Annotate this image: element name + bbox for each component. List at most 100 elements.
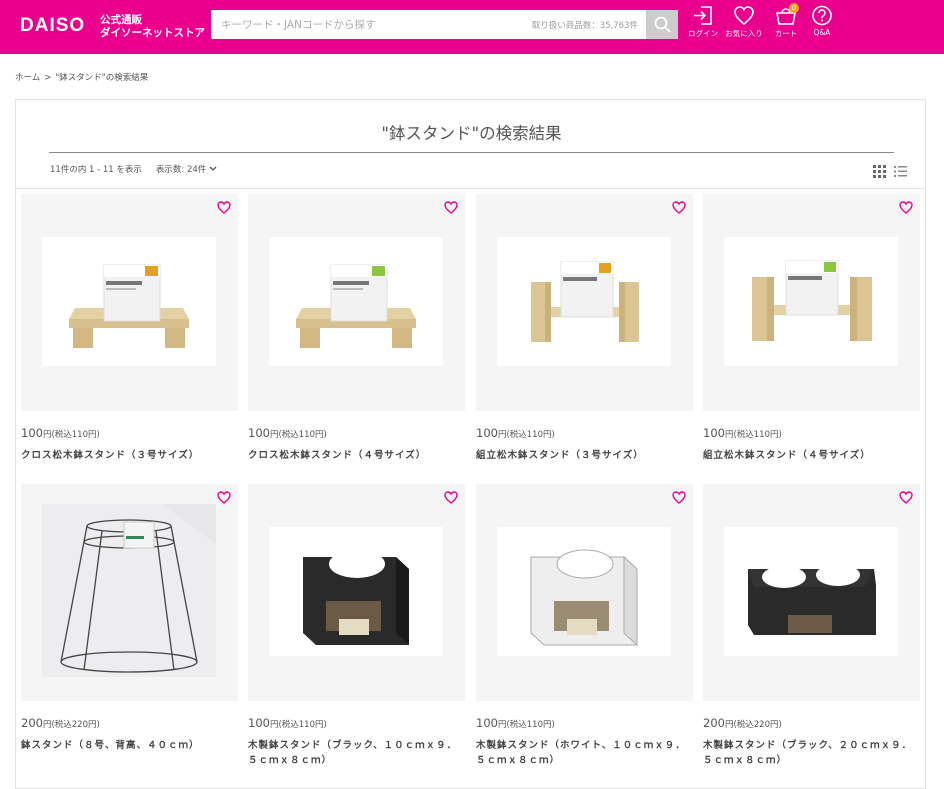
price-value: 200 (21, 716, 43, 730)
qa-link[interactable]: Q&A (802, 5, 842, 37)
view-toggle (873, 163, 907, 182)
product-photo (724, 237, 898, 366)
product-price: 200円(税込220円) (21, 716, 238, 730)
product-card[interactable]: 200円(税込220円) 木製鉢スタンド（ブラック、２０ｃｍｘ９．５ｃｍｘ８ｃｍ… (703, 484, 920, 768)
chevron-down-icon (209, 166, 217, 171)
product-price: 100円(税込110円) (248, 716, 465, 730)
logo-sub-line-2: ダイソーネットストア (100, 27, 205, 39)
site-logo-subtitle[interactable]: 公式通販 ダイソーネットストア (100, 14, 205, 40)
wood-stand-graphic (296, 264, 416, 348)
product-name[interactable]: 木製鉢スタンド（ホワイト、１０ｃｍｘ９．５ｃｍｘ８ｃｍ） (476, 738, 693, 768)
heart-icon (734, 6, 754, 26)
favorite-icon[interactable] (899, 201, 913, 214)
cart-link[interactable]: 0 カート (766, 3, 806, 39)
per-page-select[interactable]: 表示数: 24件 (156, 165, 217, 175)
product-image[interactable] (703, 484, 920, 701)
favorite-icon[interactable] (444, 201, 458, 214)
black-box-graphic (303, 550, 409, 645)
product-card[interactable]: 100円(税込110円) クロス松木鉢スタンド（４号サイズ） (248, 194, 465, 463)
favorite-icon[interactable] (217, 491, 231, 504)
price-value: 100 (476, 426, 498, 440)
product-card[interactable]: 100円(税込110円) 組立松木鉢スタンド（３号サイズ） (476, 194, 693, 463)
list-view-icon[interactable] (894, 165, 907, 178)
login-icon (694, 6, 712, 25)
cart-count-badge: 0 (789, 3, 799, 13)
product-price: 100円(税込110円) (248, 426, 465, 440)
cart-label: カート (774, 29, 798, 38)
favorite-icon[interactable] (444, 491, 458, 504)
product-card[interactable]: 100円(税込110円) 木製鉢スタンド（ホワイト、１０ｃｍｘ９．５ｃｍｘ８ｃｍ… (476, 484, 693, 768)
product-card[interactable]: 100円(税込110円) 組立松木鉢スタンド（４号サイズ） (703, 194, 920, 463)
search-icon (654, 16, 671, 33)
product-card[interactable]: 100円(税込110円) クロス松木鉢スタンド（３号サイズ） (21, 194, 238, 463)
product-photo (269, 237, 443, 366)
product-card[interactable]: 200円(税込220円) 鉢スタンド（８号、背高、４０ｃｍ） (21, 484, 238, 753)
product-image[interactable] (476, 194, 693, 411)
product-name[interactable]: 木製鉢スタンド（ブラック、１０ｃｍｘ９．５ｃｍｘ８ｃｍ） (248, 738, 465, 768)
product-image[interactable] (703, 194, 920, 411)
product-name[interactable]: 鉢スタンド（８号、背高、４０ｃｍ） (21, 738, 238, 753)
favorites-link[interactable]: お気に入り (724, 5, 764, 39)
product-image[interactable] (21, 484, 238, 701)
favorite-icon[interactable] (217, 201, 231, 214)
product-image[interactable] (476, 484, 693, 701)
favorites-label: お気に入り (725, 29, 763, 38)
logo-sub-line-1: 公式通販 (100, 14, 142, 26)
price-tax: 円(税込110円) (42, 430, 100, 440)
results-count: 11件の内 1 - 11 を表示 (50, 165, 142, 175)
site-logo[interactable]: DAISO (20, 15, 85, 37)
per-page-label: 表示数: 24件 (155, 165, 207, 175)
page-title: "鉢スタンド"の検索結果 (49, 120, 894, 153)
product-name[interactable]: 木製鉢スタンド（ブラック、２０ｃｍｘ９．５ｃｍｘ８ｃｍ） (703, 738, 920, 768)
favorite-icon[interactable] (899, 491, 913, 504)
assembly-stand-graphic (531, 261, 639, 342)
product-photo (42, 237, 216, 366)
wood-stand-graphic (69, 264, 189, 348)
breadcrumb-home[interactable]: ホーム (15, 73, 40, 83)
favorite-icon[interactable] (672, 201, 686, 214)
product-name[interactable]: 組立松木鉢スタンド（３号サイズ） (476, 448, 693, 463)
product-price: 200円(税込220円) (703, 716, 920, 730)
price-value: 100 (248, 426, 270, 440)
breadcrumb: ホーム > "鉢スタンド"の検索結果 (15, 71, 148, 83)
site-header: DAISO 公式通販 ダイソーネットストア 取り扱い商品数：35,763件 ログ… (0, 0, 944, 54)
product-price: 100円(税込110円) (21, 426, 238, 440)
product-photo (269, 527, 443, 656)
product-count-text: 取り扱い商品数：35,763件 (531, 21, 638, 31)
search-bar: 取り扱い商品数：35,763件 (211, 10, 678, 39)
search-button[interactable] (646, 10, 678, 39)
price-tax: 円(税込220円) (724, 720, 782, 730)
product-price: 100円(税込110円) (476, 426, 693, 440)
price-tax: 円(税込220円) (42, 720, 100, 730)
login-label: ログイン (688, 29, 718, 38)
price-value: 100 (21, 426, 43, 440)
question-icon (812, 5, 832, 26)
product-image[interactable] (248, 484, 465, 701)
login-link[interactable]: ログイン (683, 5, 723, 39)
product-price: 100円(税込110円) (476, 716, 693, 730)
product-image[interactable] (248, 194, 465, 411)
product-photo (497, 527, 671, 656)
price-tax: 円(税込110円) (497, 430, 555, 440)
results-info: 11件の内 1 - 11 を表示 表示数: 24件 (50, 163, 217, 175)
price-value: 200 (703, 716, 725, 730)
product-image[interactable] (21, 194, 238, 411)
product-card[interactable]: 100円(税込110円) 木製鉢スタンド（ブラック、１０ｃｍｘ９．５ｃｍｘ８ｃｍ… (248, 484, 465, 768)
product-name[interactable]: 組立松木鉢スタンド（４号サイズ） (703, 448, 920, 463)
favorite-icon[interactable] (672, 491, 686, 504)
price-tax: 円(税込110円) (269, 720, 327, 730)
product-photo (497, 237, 671, 366)
product-price: 100円(税込110円) (703, 426, 920, 440)
price-tax: 円(税込110円) (724, 430, 782, 440)
divider (16, 188, 925, 189)
price-value: 100 (703, 426, 725, 440)
grid-view-icon[interactable] (873, 165, 886, 178)
price-value: 100 (476, 716, 498, 730)
product-photo (42, 504, 216, 677)
product-photo (724, 527, 898, 656)
breadcrumb-current: "鉢スタンド"の検索結果 (55, 73, 149, 83)
price-value: 100 (248, 716, 270, 730)
product-name[interactable]: クロス松木鉢スタンド（４号サイズ） (248, 448, 465, 463)
product-name[interactable]: クロス松木鉢スタンド（３号サイズ） (21, 448, 238, 463)
price-tax: 円(税込110円) (269, 430, 327, 440)
